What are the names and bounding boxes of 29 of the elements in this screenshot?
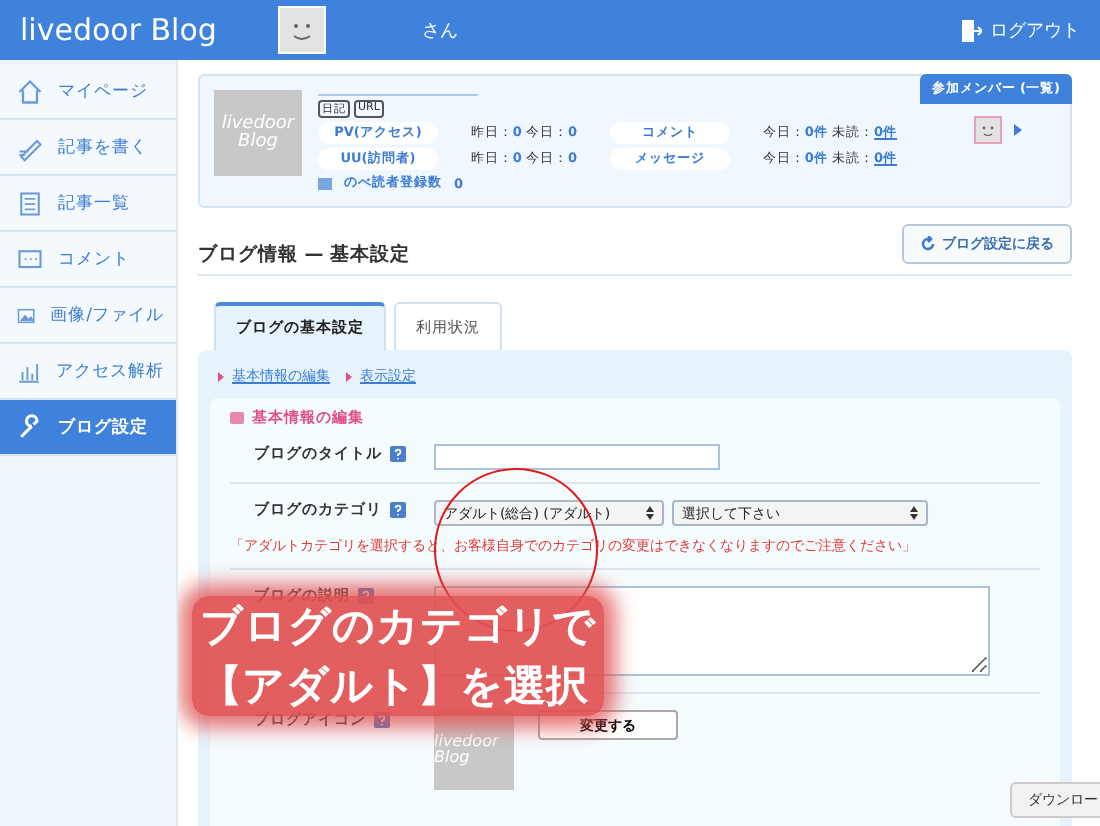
stepper-arrows-icon — [910, 506, 918, 520]
sidebar-item[interactable]: ブログ設定 — [0, 400, 176, 456]
refresh-icon — [920, 236, 936, 252]
sidebar-item[interactable]: マイページ — [0, 64, 176, 120]
reader-icon — [318, 177, 332, 189]
arrow-right-icon[interactable] — [1014, 124, 1022, 136]
member-avatar-icon[interactable] — [974, 116, 1002, 144]
site-logo[interactable]: livedoor Blog — [20, 12, 260, 48]
triangle-icon — [346, 371, 352, 381]
logout-icon — [962, 19, 982, 41]
document-icon — [16, 189, 44, 217]
avatar-icon — [278, 6, 326, 54]
stepper-arrows-icon — [646, 506, 654, 520]
help-icon[interactable] — [390, 446, 406, 462]
sidebar-item[interactable]: 記事を書く — [0, 120, 176, 176]
triangle-icon — [218, 371, 224, 381]
home-icon — [16, 77, 44, 105]
sidebar-item[interactable]: 画像/ファイル — [0, 288, 176, 344]
logout-button[interactable]: ログアウト — [962, 17, 1080, 43]
page-title: ブログ情報 — 基本設定 — [198, 241, 411, 267]
title-input[interactable] — [434, 444, 720, 470]
wrench-icon — [16, 413, 44, 441]
section-icon — [230, 412, 244, 424]
username-suffix: さん — [420, 19, 460, 43]
sidebar-item[interactable]: アクセス解析 — [0, 344, 176, 400]
sidebar-item[interactable]: コメント — [0, 232, 176, 288]
sidebar-item[interactable]: 記事一覧 — [0, 176, 176, 232]
help-icon[interactable] — [390, 502, 406, 518]
speech-bubble-icon — [16, 245, 44, 273]
